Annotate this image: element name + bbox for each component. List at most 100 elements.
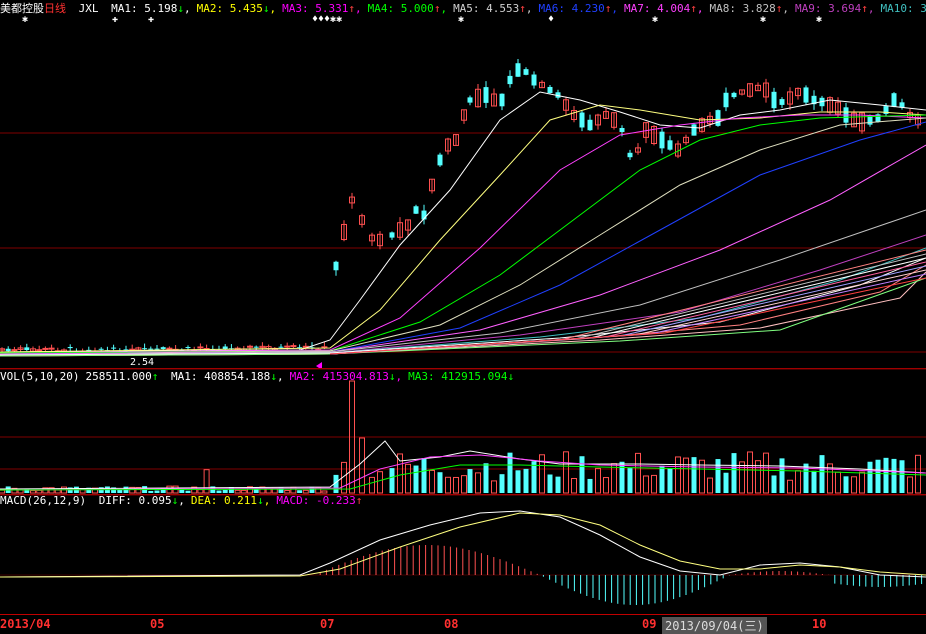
volume-bar bbox=[531, 461, 537, 493]
volume-bar bbox=[771, 475, 777, 493]
macd-chart[interactable] bbox=[0, 495, 926, 615]
candle-body bbox=[723, 92, 729, 108]
volume-bar bbox=[547, 474, 553, 493]
star-marker-icon[interactable]: ✱ bbox=[652, 14, 658, 25]
moving-average-line bbox=[0, 209, 926, 356]
volume-bar bbox=[197, 489, 204, 494]
star-marker-icon[interactable]: ✱ bbox=[760, 14, 766, 25]
candle-body bbox=[467, 97, 473, 103]
candle-body bbox=[197, 346, 204, 349]
volume-bar bbox=[691, 457, 697, 493]
volume-bar bbox=[611, 463, 617, 494]
volume-bar bbox=[240, 489, 247, 494]
volume-bar bbox=[835, 471, 841, 494]
candle-body bbox=[111, 347, 117, 349]
volume-bar bbox=[377, 471, 383, 494]
volume-bar bbox=[619, 461, 625, 493]
volume-bar bbox=[651, 474, 657, 494]
month-label: 2013/04 bbox=[0, 617, 51, 631]
volume-bar bbox=[915, 454, 921, 494]
volume-bar bbox=[369, 476, 375, 494]
macd-macd: MACD: -0.233↑ bbox=[276, 494, 363, 507]
volume-bar bbox=[787, 479, 793, 494]
volume-chart-panel[interactable] bbox=[0, 368, 926, 495]
moving-average-line bbox=[0, 121, 926, 355]
macd-chart-panel[interactable] bbox=[0, 494, 926, 615]
price-chart-panel[interactable] bbox=[0, 0, 926, 368]
volume-bar bbox=[635, 452, 641, 494]
candle-body bbox=[98, 348, 104, 350]
vol-value: 258511.000 bbox=[85, 370, 152, 383]
plus-marker-icon[interactable]: ✚ bbox=[112, 14, 118, 25]
star-marker-icon[interactable]: ✱ bbox=[22, 14, 28, 25]
candle-body bbox=[67, 347, 73, 349]
candle-body bbox=[507, 75, 513, 85]
candle-body bbox=[547, 86, 553, 94]
low-price-label: 2.54 bbox=[130, 357, 155, 368]
diamond-marker-icon[interactable]: ♦ bbox=[548, 14, 554, 25]
macd-label: MACD(26,12,9) bbox=[0, 494, 87, 507]
volume-bar bbox=[321, 490, 328, 494]
volume-bar bbox=[148, 490, 154, 493]
volume-bar bbox=[851, 476, 857, 494]
candle-body bbox=[142, 348, 148, 350]
month-label: 07 bbox=[320, 617, 335, 631]
candle-body bbox=[499, 93, 505, 107]
plus-marker-icon[interactable]: ✚ bbox=[148, 14, 154, 25]
volume-bar bbox=[437, 472, 443, 493]
moving-average-line bbox=[0, 114, 926, 354]
volume-chart[interactable] bbox=[0, 369, 926, 495]
month-label: 08 bbox=[444, 617, 459, 631]
candle-body bbox=[579, 112, 585, 128]
volume-bar bbox=[683, 457, 689, 494]
macd-indicator-bar: MACD(26,12,9) DIFF: 0.095↓, DEA: 0.211↓, M… bbox=[0, 494, 926, 508]
candle-body bbox=[731, 92, 737, 98]
vol-indicator-bar: VOL(5,10,20) 258511.000↑ MA1: 408854.188↓… bbox=[0, 370, 926, 384]
volume-bar bbox=[429, 469, 435, 494]
candle-body bbox=[523, 69, 529, 75]
candle-body bbox=[515, 63, 521, 77]
candle-body bbox=[278, 346, 284, 348]
volume-bar bbox=[515, 470, 521, 493]
month-label: 10 bbox=[812, 617, 827, 631]
volume-bar bbox=[491, 480, 497, 494]
volume-bar bbox=[907, 476, 913, 494]
candle-body bbox=[667, 140, 673, 150]
moving-average-line bbox=[329, 277, 926, 355]
volume-bar bbox=[723, 472, 729, 493]
candle-body bbox=[531, 74, 537, 86]
volume-bar bbox=[397, 453, 403, 494]
macd-diff: DIFF: 0.095↓, bbox=[98, 494, 185, 507]
volume-bar bbox=[819, 455, 825, 493]
volume-bar bbox=[284, 490, 291, 494]
volume-bar bbox=[179, 489, 185, 493]
price-chart[interactable] bbox=[0, 0, 926, 368]
volume-bar bbox=[867, 461, 873, 493]
month-label: 09 bbox=[642, 617, 657, 631]
candle-body bbox=[803, 87, 809, 103]
volume-bar bbox=[499, 474, 505, 493]
star-marker-icon[interactable]: ✱ bbox=[458, 14, 464, 25]
volume-bar bbox=[667, 468, 673, 493]
volume-bar bbox=[222, 489, 228, 493]
volume-bar bbox=[715, 459, 721, 493]
volume-bar bbox=[453, 476, 459, 494]
volume-bar bbox=[571, 478, 577, 494]
volume-bar bbox=[675, 456, 681, 494]
candle-body bbox=[185, 347, 191, 349]
volume-bar bbox=[859, 471, 865, 494]
volume-bar bbox=[389, 468, 395, 493]
volume-bar bbox=[843, 476, 849, 493]
volume-bar bbox=[30, 490, 36, 494]
candle-body bbox=[24, 347, 30, 351]
event-markers: ✱ ✚ ✚ ♦♦♦✱✱ ✱ ♦ ✱ ✱ ✱ bbox=[0, 14, 926, 26]
volume-bar bbox=[563, 451, 569, 494]
star-marker-icon[interactable]: ✱ bbox=[816, 14, 822, 25]
vol-value-dir: ↑ bbox=[151, 370, 159, 383]
volume-bar bbox=[421, 458, 427, 493]
volume-bar bbox=[523, 468, 529, 493]
volume-bar bbox=[883, 457, 889, 493]
diamond-marker-icon[interactable]: ♦♦♦✱✱ bbox=[312, 14, 342, 25]
candle-body bbox=[779, 99, 785, 105]
candle-body bbox=[48, 347, 55, 350]
